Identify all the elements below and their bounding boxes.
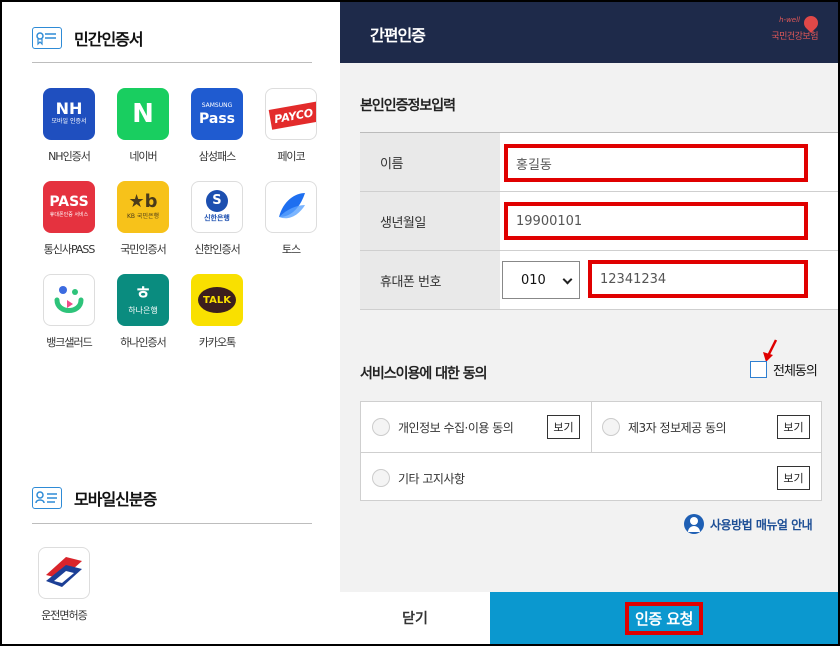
terms-box: 개인정보 수집·이용 동의 보기 제3자 정보제공 동의 보기 기타 고지사항 … [360, 401, 822, 501]
left-panel: 민간인증서 NH 모바일 인증서 NH인증서 N 네이버 SAMSUNG Pas [2, 2, 340, 644]
section-divider [32, 523, 312, 524]
hana-logo-icon: ㅎ 하나은행 [117, 274, 169, 326]
app-pass[interactable]: PASS 휴대폰인증 서비스 통신사PASS [32, 181, 106, 257]
app-label: NH인증서 [48, 150, 91, 163]
app-label: 토스 [281, 243, 301, 256]
mobile-id-title: 모바일신분증 [74, 490, 157, 509]
app-hana[interactable]: ㅎ 하나은행 하나인증서 [106, 274, 180, 350]
shinhan-logo-icon: S 신한은행 [191, 181, 243, 233]
app-label: 신한인증서 [194, 243, 241, 256]
simple-auth-panel: 간편인증 h-well 국민건강보험 본인인증정보입력 이름 홍길동 생년월일 … [340, 2, 838, 644]
user-icon [684, 514, 704, 534]
app-label: 통신사PASS [43, 243, 96, 256]
app-payco[interactable]: PAYCO 페이코 [254, 88, 328, 164]
birth-input[interactable]: 19900101 [504, 202, 808, 240]
private-cert-header: 민간인증서 [32, 26, 144, 50]
app-shinhan[interactable]: S 신한은행 신한인증서 [180, 181, 254, 257]
phone-prefix-select[interactable]: 010 [502, 261, 580, 299]
nh-logo-icon: NH 모바일 인증서 [43, 88, 95, 140]
app-label: 하나인증서 [120, 336, 167, 349]
term-privacy[interactable]: 개인정보 수집·이용 동의 [372, 415, 514, 439]
view-other-button[interactable]: 보기 [777, 466, 810, 490]
certificate-icon [32, 27, 62, 49]
samsung-pass-logo-icon: SAMSUNG Pass [191, 88, 243, 140]
app-label: 뱅크샐러드 [46, 336, 93, 349]
phone-row: 휴대폰 번호 010 12341234 [360, 251, 838, 310]
divider [361, 452, 821, 453]
pass-logo-icon: PASS 휴대폰인증 서비스 [43, 181, 95, 233]
identity-form: 이름 홍길동 생년월일 19900101 휴대폰 번호 010 12341234 [360, 132, 838, 310]
name-row: 이름 홍길동 [360, 133, 838, 192]
form-title: 본인인증정보입력 [360, 98, 456, 114]
app-label: 카카오톡 [198, 336, 236, 349]
app-label: 페이코 [277, 150, 305, 163]
agree-all-checkbox[interactable]: 전체동의 [750, 360, 818, 379]
phone-input[interactable]: 12341234 [588, 260, 808, 298]
app-label: 네이버 [129, 150, 157, 163]
id-card-icon [32, 487, 62, 509]
phone-label: 휴대폰 번호 [360, 251, 500, 309]
view-privacy-button[interactable]: 보기 [547, 415, 580, 439]
app-label: 국민인증서 [120, 243, 167, 256]
app-samsung-pass[interactable]: SAMSUNG Pass 삼성패스 [180, 88, 254, 164]
panel-title: 간편인증 [370, 26, 426, 45]
naver-logo-icon: N [117, 88, 169, 140]
banksalad-logo-icon [43, 274, 95, 326]
driver-license-logo-icon [38, 547, 90, 599]
app-kakaotalk[interactable]: TALK 카카오톡 [180, 274, 254, 350]
agree-title: 서비스이용에 대한 동의 [360, 366, 488, 382]
name-label: 이름 [360, 133, 500, 191]
manual-link[interactable]: 사용방법 매뉴얼 안내 [684, 514, 813, 534]
app-label: 운전면허증 [41, 609, 88, 622]
chevron-down-icon [562, 274, 573, 285]
payco-logo-icon: PAYCO [265, 88, 317, 140]
birth-row: 생년월일 19900101 [360, 192, 838, 251]
term-other[interactable]: 기타 고지사항 [372, 466, 465, 490]
kb-logo-icon: ★b KB 국민은행 [117, 181, 169, 233]
divider [591, 402, 592, 452]
view-third-party-button[interactable]: 보기 [777, 415, 810, 439]
app-naver[interactable]: N 네이버 [106, 88, 180, 164]
auth-request-button[interactable]: 인증 요청 [490, 592, 838, 644]
private-cert-title: 민간인증서 [74, 30, 144, 49]
app-nh[interactable]: NH 모바일 인증서 NH인증서 [32, 88, 106, 164]
app-label: 삼성패스 [198, 150, 236, 163]
radio-icon[interactable] [602, 418, 620, 436]
app-kb[interactable]: ★b KB 국민은행 국민인증서 [106, 181, 180, 257]
cert-app-grid: NH 모바일 인증서 NH인증서 N 네이버 SAMSUNG Pass 삼성패스 [32, 88, 332, 350]
birth-label: 생년월일 [360, 192, 500, 250]
mobile-id-header: 모바일신분증 [32, 486, 157, 510]
term-third-party[interactable]: 제3자 정보제공 동의 [602, 415, 727, 439]
nhis-pin-icon [801, 13, 821, 33]
radio-icon[interactable] [372, 469, 390, 487]
app-toss[interactable]: 토스 [254, 181, 328, 257]
name-input[interactable]: 홍길동 [504, 144, 808, 182]
close-button[interactable]: 닫기 [340, 592, 490, 644]
section-divider [32, 62, 312, 63]
radio-icon[interactable] [372, 418, 390, 436]
toss-logo-icon [265, 181, 317, 233]
nhis-logo: h-well 국민건강보험 [771, 13, 821, 43]
app-driver-license[interactable]: 운전면허증 [32, 547, 96, 623]
kakaotalk-logo-icon: TALK [191, 274, 243, 326]
app-banksalad[interactable]: 뱅크샐러드 [32, 274, 106, 350]
checkbox-icon[interactable] [750, 361, 767, 378]
panel-header: 간편인증 h-well 국민건강보험 [340, 2, 838, 63]
